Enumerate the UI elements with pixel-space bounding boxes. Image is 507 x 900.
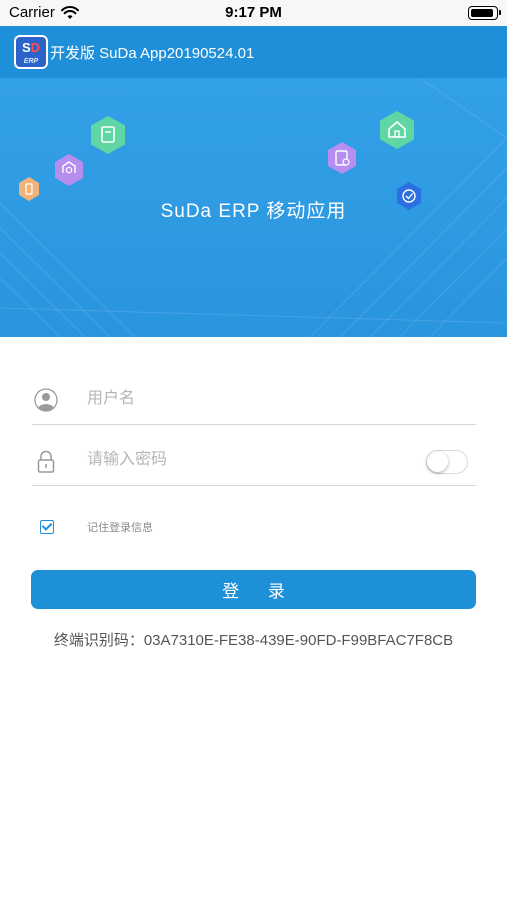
remember-row: 记住登录信息 bbox=[40, 519, 153, 535]
search-hex-icon bbox=[55, 154, 83, 186]
banner-title: SuDa ERP 移动应用 bbox=[160, 201, 347, 222]
device-id-text: 终端识别码：03A7310E-FE38-439E-90FD-F99BFAC7F8… bbox=[53, 632, 454, 649]
username-input[interactable] bbox=[87, 383, 407, 415]
toggle-knob bbox=[427, 451, 448, 472]
logo-sub: ERP bbox=[23, 58, 39, 65]
doc-hex-icon bbox=[328, 142, 356, 174]
logo-letters: SD bbox=[21, 40, 41, 55]
app-header: SD ERP 开发版 SuDa App20190524.01 bbox=[0, 26, 507, 78]
home-hex-icon bbox=[380, 111, 414, 149]
hero-banner: SuDa ERP 移动应用 bbox=[0, 78, 507, 337]
app-logo: SD ERP bbox=[14, 35, 48, 69]
status-bar: Carrier 9:17 PM bbox=[0, 0, 507, 26]
file-hex-icon bbox=[91, 116, 125, 154]
lock-icon bbox=[37, 450, 55, 473]
remember-label: 记住登录信息 bbox=[87, 522, 153, 534]
user-icon bbox=[34, 388, 58, 412]
login-button[interactable]: 登 录 bbox=[31, 570, 476, 609]
username-row bbox=[32, 375, 476, 425]
login-screen: Carrier 9:17 PM SD ERP 开发版 SuDa App20190… bbox=[0, 0, 507, 900]
status-time: 9:17 PM bbox=[225, 4, 282, 21]
password-row bbox=[32, 436, 476, 486]
show-password-toggle[interactable] bbox=[426, 450, 468, 474]
remember-checkbox[interactable] bbox=[40, 520, 54, 534]
battery-icon bbox=[468, 6, 501, 20]
app-title: 开发版 SuDa App20190524.01 bbox=[50, 44, 255, 62]
password-input[interactable] bbox=[87, 444, 407, 476]
